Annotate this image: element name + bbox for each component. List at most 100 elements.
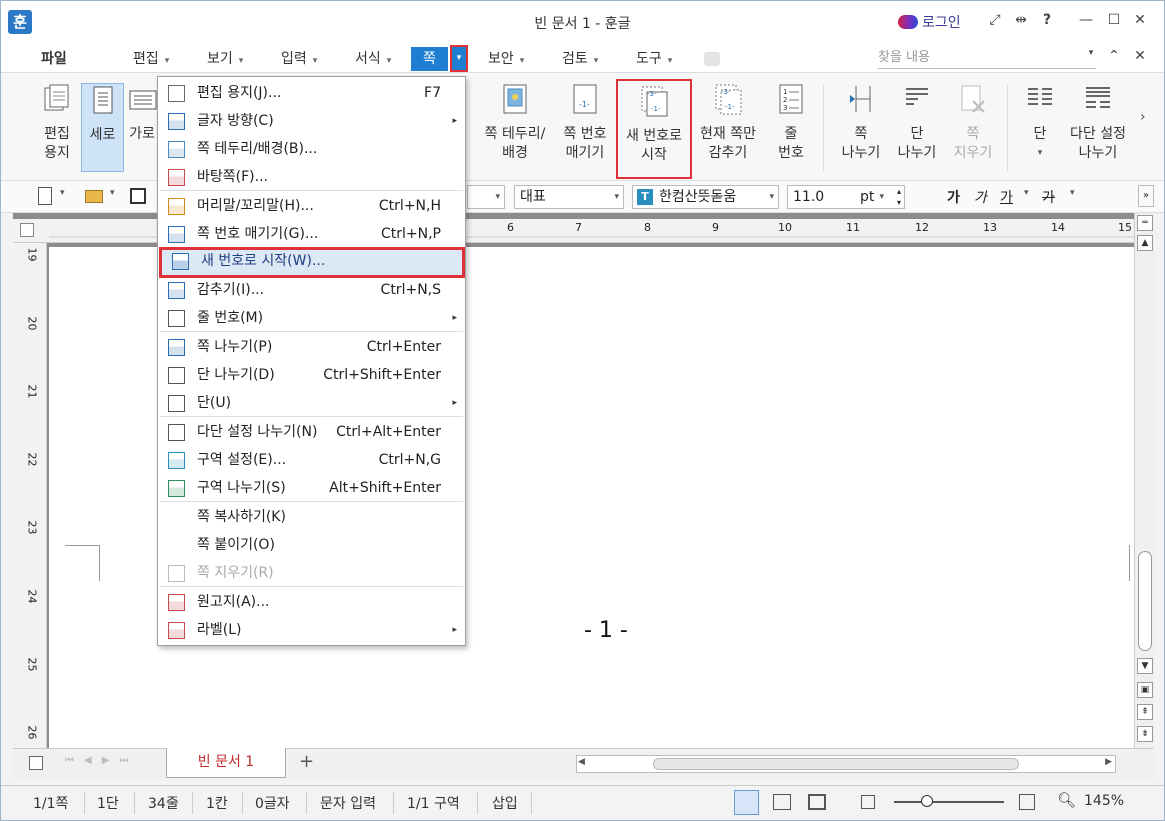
maximize-button[interactable]: ☐: [1103, 12, 1125, 28]
column-break-button[interactable]: 단 나누기: [891, 83, 943, 163]
menu-item-1[interactable]: 편집 용지(J)... F7: [158, 79, 465, 107]
zoom-level[interactable]: 145%: [1084, 793, 1124, 809]
fullscreen-icon[interactable]: ⤢: [984, 12, 1006, 28]
magnifier-icon[interactable]: 🔍︎: [1057, 791, 1076, 809]
menu-review[interactable]: 검토 ▾: [562, 47, 598, 71]
new-document-icon[interactable]: [38, 187, 52, 205]
page-layout-view-icon[interactable]: [734, 790, 759, 815]
menu-item-5[interactable]: 머리말/꼬리말(H)... Ctrl+N,H: [158, 192, 465, 220]
scroll-thumb[interactable]: [1138, 551, 1152, 651]
scroll-up-icon[interactable]: ▲: [1137, 235, 1153, 251]
login-button[interactable]: 로그인: [898, 12, 961, 32]
font-scope-combo[interactable]: ▾: [467, 185, 505, 209]
ruler-corner-icon[interactable]: [20, 223, 34, 237]
page-view-icon[interactable]: ▣: [1137, 682, 1153, 698]
style-combo[interactable]: 대표 ▾: [514, 185, 624, 209]
strikethrough-button[interactable]: 가: [1042, 187, 1055, 207]
menu-item-16[interactable]: 쪽 복사하기(K): [158, 503, 465, 531]
scroll-right-icon[interactable]: ▶: [1105, 757, 1112, 767]
chevron-down-icon[interactable]: ▾: [1070, 188, 1075, 198]
edit-paper-label: 편집 용지: [44, 126, 70, 161]
line-number-button[interactable]: 123 줄 번호: [765, 83, 817, 163]
menu-file[interactable]: 파일: [41, 47, 67, 71]
next-page-icon[interactable]: ⇟: [1137, 726, 1153, 742]
menu-tools[interactable]: 도구 ▾: [636, 47, 672, 71]
toolbar-expand-icon[interactable]: »: [1138, 185, 1154, 207]
zoom-slider-knob[interactable]: [921, 795, 933, 807]
columns-button[interactable]: 단 ▾: [1015, 83, 1065, 163]
fit-width-view-icon[interactable]: [773, 794, 791, 810]
zoom-slider[interactable]: [894, 801, 1004, 803]
menu-review-label: 검토: [562, 51, 588, 67]
menu-security[interactable]: 보안 ▾: [488, 47, 524, 71]
page-view-toggle-icon[interactable]: [29, 756, 43, 770]
tab-navigation-icon[interactable]: ⏮◀▶⏭: [65, 755, 138, 766]
menu-page[interactable]: 쪽: [411, 47, 448, 71]
close-button[interactable]: ✕: [1129, 12, 1151, 28]
split-handle-icon[interactable]: ═: [1137, 215, 1153, 231]
menu-tools-label: 도구: [636, 51, 662, 67]
new-number-button[interactable]: -3- -1- 새 번호로 시작: [616, 79, 692, 179]
chevron-down-icon[interactable]: ▾: [1024, 188, 1029, 198]
scroll-left-icon[interactable]: ◀: [578, 757, 585, 767]
fit-page-view-icon[interactable]: [808, 794, 826, 810]
scroll-down-icon[interactable]: ▼: [1137, 658, 1153, 674]
vertical-scrollbar[interactable]: ═ ▲ ▼ ▣ ⇞ ⇟: [1134, 213, 1154, 748]
page-border-button[interactable]: 쪽 테두리/ 배경: [477, 83, 553, 163]
zoom-in-icon[interactable]: [1019, 794, 1035, 810]
page-number-button[interactable]: -1- 쪽 번호 매기기: [555, 83, 615, 163]
menu-item-14[interactable]: 구역 설정(E)... Ctrl+N,G: [158, 446, 465, 474]
open-folder-icon[interactable]: [85, 190, 103, 203]
ribbon-scroll-right-icon[interactable]: ›: [1140, 109, 1146, 125]
menu-insert[interactable]: 입력 ▾: [281, 47, 317, 71]
chevron-down-icon[interactable]: ▾: [60, 188, 65, 198]
menu-item-4[interactable]: 바탕쪽(F)...: [158, 163, 465, 191]
stepper-icon[interactable]: ▴ ▾: [897, 186, 901, 208]
add-tab-button[interactable]: +: [299, 751, 314, 772]
close-doc-icon[interactable]: ✕: [1129, 48, 1151, 64]
menu-item-10[interactable]: 쪽 나누기(P) Ctrl+Enter: [158, 333, 465, 361]
menu-item-3[interactable]: 쪽 테두리/배경(B)...: [158, 135, 465, 163]
underline-button[interactable]: 가: [1000, 187, 1013, 207]
prev-page-icon[interactable]: ⇞: [1137, 704, 1153, 720]
portrait-button[interactable]: 세로: [81, 83, 124, 172]
page-break-button[interactable]: 쪽 나누기: [835, 83, 887, 163]
menu-item-9[interactable]: 줄 번호(M) ▸: [158, 304, 465, 332]
vertical-ruler[interactable]: 19 20 21 22 23 24 25 26: [13, 243, 47, 748]
edit-paper-button[interactable]: 편집 용지: [31, 83, 83, 163]
search-input[interactable]: 찾을 내용: [878, 47, 1096, 69]
menu-item-7[interactable]: 새 번호로 시작(W)...: [159, 247, 465, 278]
font-size-combo[interactable]: 11.0 pt ▾ ▴ ▾: [787, 185, 905, 209]
help-icon[interactable]: ?: [1036, 12, 1058, 28]
status-insert[interactable]: 삽입: [492, 793, 518, 813]
zoom-out-icon[interactable]: [861, 795, 875, 809]
menu-item-12[interactable]: 단(U) ▸: [158, 389, 465, 417]
document-tab[interactable]: 빈 문서 1: [166, 748, 286, 778]
bold-button[interactable]: 가: [947, 187, 960, 207]
menu-edit[interactable]: 편집 ▾: [133, 47, 169, 71]
menu-format[interactable]: 서식 ▾: [355, 47, 391, 71]
chevron-down-icon[interactable]: ▾: [110, 188, 115, 198]
menu-item-11[interactable]: 단 나누기(D) Ctrl+Shift+Enter: [158, 361, 465, 389]
menu-item-20[interactable]: 라벨(L) ▸: [158, 616, 465, 644]
menu-view[interactable]: 보기 ▾: [207, 47, 243, 71]
save-icon[interactable]: [130, 188, 146, 204]
width-adjust-icon[interactable]: ⇹: [1010, 12, 1032, 28]
minimize-button[interactable]: —: [1075, 12, 1097, 28]
menu-item-19[interactable]: 원고지(A)...: [158, 588, 465, 616]
search-dropdown-icon[interactable]: ▾: [1080, 48, 1102, 58]
menu-item-13[interactable]: 다단 설정 나누기(N) Ctrl+Alt+Enter: [158, 418, 465, 446]
italic-button[interactable]: 가: [974, 187, 987, 207]
page-menu-dropdown-icon[interactable]: ▾: [450, 45, 468, 72]
menu-item-17[interactable]: 쪽 붙이기(O): [158, 531, 465, 559]
font-combo[interactable]: T 한컴산뜻돋움 ▾: [632, 185, 779, 209]
landscape-button[interactable]: 가로: [127, 83, 157, 144]
menu-item-2[interactable]: 글자 방향(C) ▸: [158, 107, 465, 135]
menu-item-6[interactable]: 쪽 번호 매기기(G)... Ctrl+N,P: [158, 220, 465, 248]
menu-item-15[interactable]: 구역 나누기(S) Alt+Shift+Enter: [158, 474, 465, 502]
hide-current-page-button[interactable]: -3- -1- 현재 쪽만 감추기: [695, 83, 761, 163]
horizontal-scroll-thumb[interactable]: [653, 758, 1019, 770]
multi-column-break-button[interactable]: 다단 설정 나누기: [1067, 83, 1129, 163]
collapse-ribbon-icon[interactable]: ⌃: [1103, 48, 1125, 64]
menu-item-8[interactable]: 감추기(I)... Ctrl+N,S: [158, 276, 465, 304]
